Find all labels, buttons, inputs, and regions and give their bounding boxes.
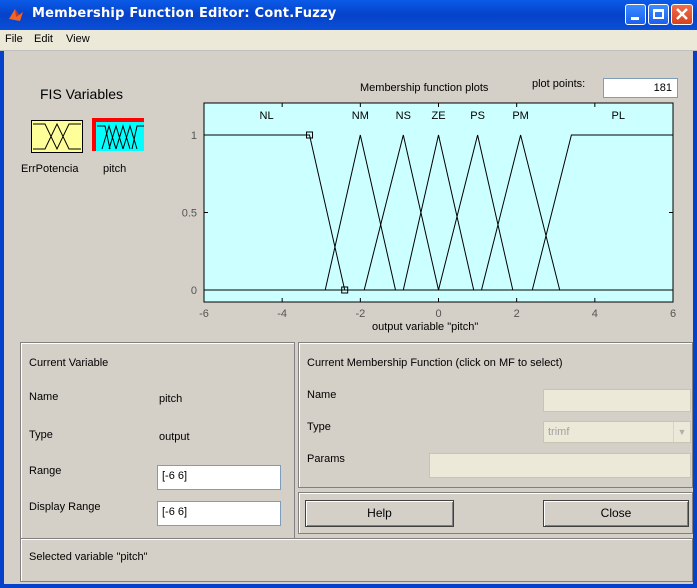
membership-function-plot[interactable]: -6 -4 -2 0 2 4 6 0 0.5 1 NL NM NS ZE PS PM PL — [0, 0, 697, 340]
mf-label-pm: PM — [512, 110, 529, 122]
x-tick-label: -6 — [199, 308, 209, 320]
x-tick-label: 2 — [514, 308, 520, 320]
mf-name-label: Name — [307, 389, 337, 401]
current-variable-heading: Current Variable — [29, 357, 109, 369]
mf-type-value: trimf — [548, 426, 570, 438]
y-tick-label: 1 — [191, 130, 197, 142]
mf-label-ps: PS — [470, 110, 485, 122]
status-text: Selected variable "pitch" — [29, 551, 148, 563]
buttons-panel: Help Close — [298, 492, 693, 534]
x-tick-label: 0 — [435, 308, 441, 320]
y-tick-label: 0 — [191, 285, 197, 297]
y-tick-label: 0.5 — [182, 208, 197, 220]
var-name-label: Name — [29, 391, 59, 403]
help-button[interactable]: Help — [305, 500, 454, 527]
plot-area — [203, 102, 674, 303]
var-name-value: pitch — [159, 393, 183, 405]
mf-label-nl: NL — [260, 110, 274, 122]
mf-params-label: Params — [307, 453, 345, 465]
plot-xlabel: output variable "pitch" — [372, 321, 479, 333]
var-type-value: output — [159, 431, 190, 443]
window-border-bottom — [0, 584, 697, 588]
mf-label-nm: NM — [352, 110, 369, 122]
x-tick-label: -4 — [277, 308, 287, 320]
mf-label-pl: PL — [612, 110, 625, 122]
display-range-label: Display Range — [29, 501, 101, 513]
mf-params-input[interactable] — [429, 453, 691, 478]
mf-label-ns: NS — [396, 110, 411, 122]
display-range-input[interactable]: [-6 6] — [157, 501, 281, 526]
current-variable-panel: Current Variable Name pitch Type output … — [20, 342, 295, 546]
var-type-label: Type — [29, 429, 53, 441]
mf-type-label: Type — [307, 421, 331, 433]
x-tick-label: -2 — [355, 308, 365, 320]
mf-label-ze: ZE — [431, 110, 445, 122]
current-mf-heading: Current Membership Function (click on MF… — [307, 357, 563, 369]
mf-name-input[interactable] — [543, 389, 691, 412]
close-button[interactable]: Close — [543, 500, 689, 527]
x-tick-label: 6 — [670, 308, 676, 320]
chevron-down-icon: ▼ — [673, 422, 690, 442]
mf-type-select[interactable]: trimf ▼ — [543, 421, 691, 443]
x-tick-label: 4 — [592, 308, 598, 320]
range-label: Range — [29, 465, 62, 477]
current-mf-panel: Current Membership Function (click on MF… — [298, 342, 693, 488]
range-input[interactable]: [-6 6] — [157, 465, 281, 490]
status-panel: Selected variable "pitch" — [20, 538, 693, 582]
